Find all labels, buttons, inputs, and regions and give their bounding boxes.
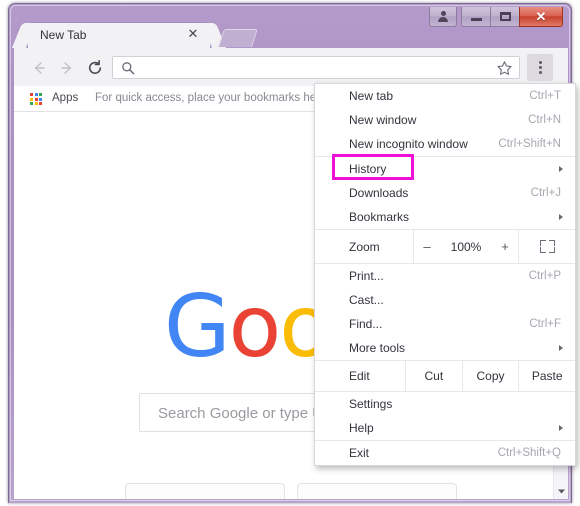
menu-item-shortcut: Ctrl+T bbox=[529, 90, 561, 102]
shortcut-tile[interactable] bbox=[125, 483, 285, 499]
three-dots-icon bbox=[538, 61, 542, 64]
shortcut-tile[interactable] bbox=[297, 483, 457, 499]
reload-icon bbox=[88, 60, 102, 74]
chevron-right-icon bbox=[559, 345, 563, 351]
menu-item-new-tab[interactable]: New tab Ctrl+T bbox=[315, 84, 575, 108]
menu-item-history[interactable]: History bbox=[315, 154, 575, 181]
menu-item-label: History bbox=[349, 162, 387, 176]
omnibox[interactable] bbox=[112, 56, 520, 79]
menu-item-label: Exit bbox=[349, 446, 370, 460]
zoom-label-cell: Zoom bbox=[315, 230, 413, 263]
zoom-level-value: 100% bbox=[450, 239, 482, 254]
menu-group-exit: Exit Ctrl+Shift+Q bbox=[315, 441, 575, 465]
menu-item-label: New window bbox=[349, 113, 417, 127]
menu-item-shortcut: Ctrl+N bbox=[528, 114, 561, 126]
chrome-main-menu: New tab Ctrl+T New window Ctrl+N New inc… bbox=[314, 83, 576, 466]
tab-title: New Tab bbox=[40, 28, 87, 42]
search-icon bbox=[121, 61, 135, 80]
chevron-right-icon bbox=[559, 425, 563, 431]
menu-group-edit: Edit Cut Copy Paste bbox=[315, 361, 575, 392]
menu-item-find[interactable]: Find... Ctrl+F bbox=[315, 312, 575, 336]
menu-item-label: New incognito window bbox=[349, 137, 468, 151]
menu-item-settings[interactable]: Settings bbox=[315, 392, 575, 416]
paste-button[interactable]: Paste bbox=[519, 361, 575, 391]
new-tab-button[interactable] bbox=[218, 29, 258, 47]
tab-new-tab[interactable]: New Tab ✕ bbox=[28, 23, 210, 48]
menu-item-shortcut: Ctrl+Shift+Q bbox=[497, 447, 561, 459]
edit-row: Edit Cut Copy Paste bbox=[315, 361, 575, 391]
menu-item-cast[interactable]: Cast... bbox=[315, 288, 575, 312]
menu-item-label: More tools bbox=[349, 341, 406, 355]
screen: ✕ New Tab ✕ Apps For quick access, place… bbox=[0, 0, 580, 506]
menu-group-tools: Print... Ctrl+P Cast... Find... Ctrl+F M… bbox=[315, 264, 575, 361]
address-input[interactable] bbox=[141, 60, 485, 76]
menu-item-downloads[interactable]: Downloads Ctrl+J bbox=[315, 181, 575, 205]
apps-grid-icon[interactable] bbox=[30, 93, 42, 105]
menu-item-exit[interactable]: Exit Ctrl+Shift+Q bbox=[315, 441, 575, 465]
newtab-search-placeholder: Search Google or type U bbox=[158, 405, 324, 422]
apps-label[interactable]: Apps bbox=[52, 92, 78, 104]
logo-letter-g: G bbox=[164, 277, 231, 377]
browser-toolbar bbox=[14, 48, 568, 86]
zoom-row: Zoom – 100% + bbox=[315, 230, 575, 263]
browser-window: ✕ New Tab ✕ Apps For quick access, place… bbox=[8, 3, 576, 503]
menu-item-shortcut: Ctrl+F bbox=[529, 318, 561, 330]
reload-button[interactable] bbox=[84, 57, 106, 79]
menu-item-shortcut: Ctrl+P bbox=[528, 270, 561, 282]
menu-item-new-incognito-window[interactable]: New incognito window Ctrl+Shift+N bbox=[315, 132, 575, 156]
chevron-right-icon bbox=[559, 166, 563, 172]
edit-label: Edit bbox=[349, 369, 370, 383]
menu-item-bookmarks[interactable]: Bookmarks bbox=[315, 205, 575, 229]
menu-group-zoom: Zoom – 100% + bbox=[315, 230, 575, 264]
menu-item-help[interactable]: Help bbox=[315, 416, 575, 440]
tab-close-icon[interactable]: ✕ bbox=[186, 27, 200, 41]
menu-item-shortcut: Ctrl+Shift+N bbox=[498, 138, 561, 150]
bookmarks-hint-text: For quick access, place your bookmarks h… bbox=[95, 92, 317, 104]
menu-item-new-window[interactable]: New window Ctrl+N bbox=[315, 108, 575, 132]
arrow-right-icon bbox=[61, 62, 72, 74]
menu-group-history: History Downloads Ctrl+J Bookmarks bbox=[315, 154, 575, 230]
logo-letter-o1: o bbox=[228, 277, 282, 377]
menu-item-shortcut: Ctrl+J bbox=[530, 187, 561, 199]
menu-group-new: New tab Ctrl+T New window Ctrl+N New inc… bbox=[315, 84, 575, 157]
menu-group-settings: Settings Help bbox=[315, 392, 575, 441]
tab-strip: New Tab ✕ bbox=[14, 21, 568, 48]
fullscreen-button[interactable] bbox=[519, 230, 575, 263]
forward-button[interactable] bbox=[56, 57, 78, 79]
zoom-out-button[interactable]: – bbox=[421, 240, 433, 253]
menu-item-label: Cast... bbox=[349, 293, 384, 307]
menu-item-label: Print... bbox=[349, 269, 384, 283]
menu-item-label: Help bbox=[349, 421, 374, 435]
zoom-label: Zoom bbox=[349, 239, 380, 254]
menu-item-label: New tab bbox=[349, 89, 394, 103]
menu-item-label: Bookmarks bbox=[349, 210, 410, 224]
edit-label-cell: Edit bbox=[315, 361, 405, 391]
google-logo: Goo bbox=[164, 277, 332, 377]
menu-item-label: Settings bbox=[349, 397, 393, 411]
menu-item-print[interactable]: Print... Ctrl+P bbox=[315, 264, 575, 288]
arrow-left-icon bbox=[34, 62, 45, 74]
fullscreen-icon bbox=[539, 240, 555, 253]
maximize-icon bbox=[499, 11, 511, 21]
copy-button[interactable]: Copy bbox=[463, 361, 519, 391]
cut-button[interactable]: Cut bbox=[406, 361, 462, 391]
chevron-right-icon bbox=[559, 214, 563, 220]
zoom-controls: – 100% + bbox=[414, 230, 518, 263]
zoom-in-button[interactable]: + bbox=[499, 240, 511, 253]
menu-item-label: Find... bbox=[349, 317, 383, 331]
scroll-down-arrow-icon[interactable] bbox=[554, 484, 568, 499]
back-button[interactable] bbox=[28, 57, 50, 79]
chrome-menu-button[interactable] bbox=[527, 54, 553, 81]
bookmark-star-icon[interactable] bbox=[496, 60, 513, 77]
menu-item-label: Downloads bbox=[349, 186, 409, 200]
menu-item-more-tools[interactable]: More tools bbox=[315, 336, 575, 360]
